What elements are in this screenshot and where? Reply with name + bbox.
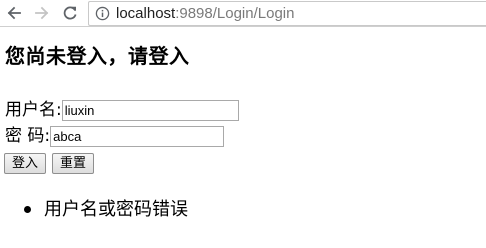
address-bar[interactable]: localhost:9898/Login/Login — [88, 1, 486, 26]
url-path: :9898/Login/Login — [175, 5, 295, 22]
password-label: 密 码: — [5, 126, 51, 146]
reset-button[interactable]: 重置 — [52, 153, 94, 174]
password-input[interactable] — [50, 125, 225, 147]
username-row: 用户名: — [5, 99, 239, 121]
back-arrow-icon[interactable] — [4, 3, 24, 23]
page-title: 您尚未登入，请登入 — [5, 44, 190, 68]
browser-toolbar: localhost:9898/Login/Login — [0, 0, 486, 27]
login-page: 您尚未登入，请登入 用户名: 密 码: 登入 重置 用户名或密码错误 — [0, 27, 486, 248]
url-text: localhost:9898/Login/Login — [116, 5, 294, 22]
forward-arrow-icon[interactable] — [32, 3, 52, 23]
reload-icon[interactable] — [60, 3, 80, 23]
error-message: 用户名或密码错误 — [44, 199, 188, 220]
url-host: localhost — [116, 5, 176, 22]
info-icon[interactable] — [94, 6, 110, 22]
login-button[interactable]: 登入 — [4, 153, 46, 174]
password-row: 密 码: — [5, 125, 225, 147]
bullet-icon — [24, 206, 31, 213]
username-input[interactable] — [61, 99, 239, 121]
username-label: 用户名: — [5, 100, 62, 120]
